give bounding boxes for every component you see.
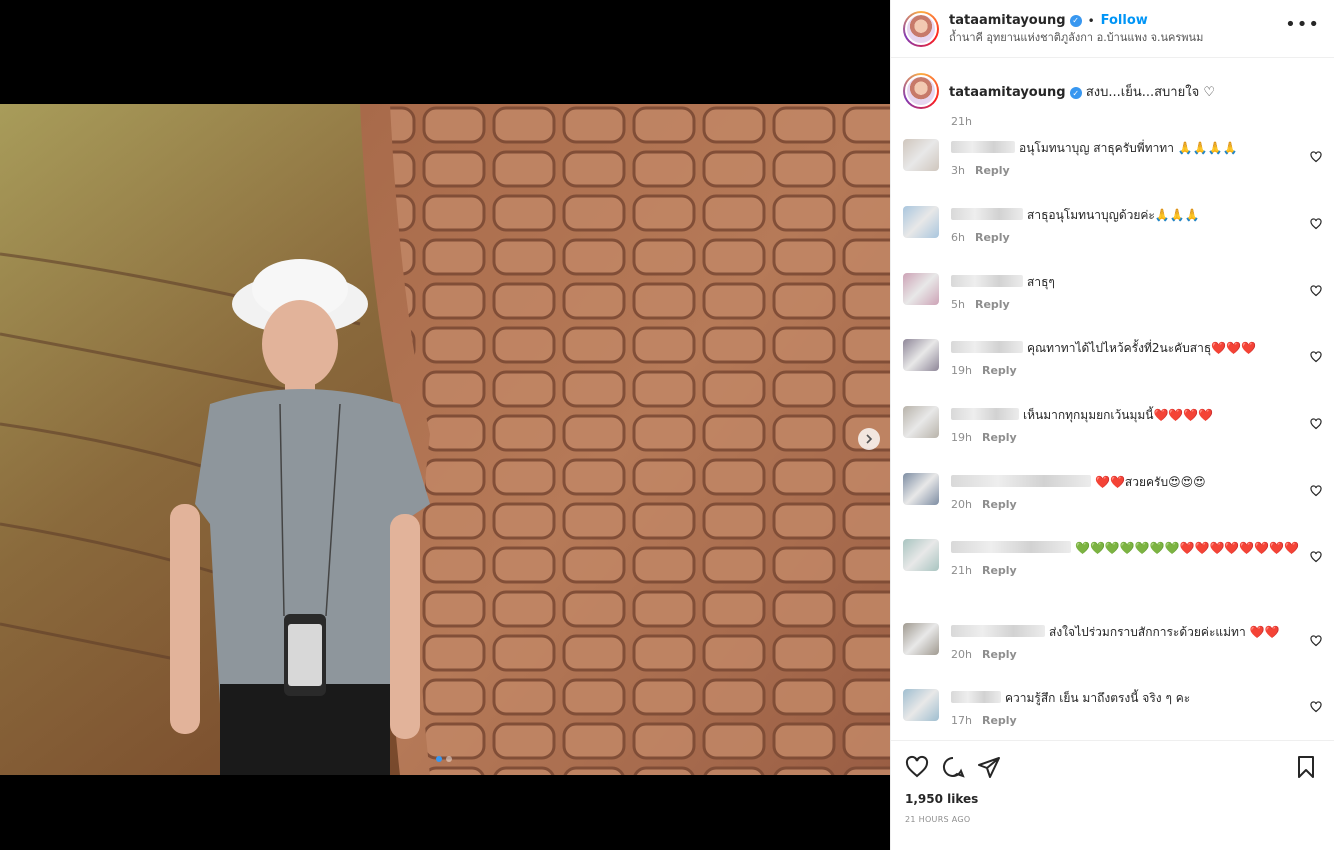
post-header: tataamitayoung ✓ • Follow ถ้ำนาคี อุทยาน… (891, 0, 1334, 58)
reply-button[interactable]: Reply (975, 164, 1010, 177)
blurred-username[interactable] (951, 408, 1019, 420)
blurred-username[interactable] (951, 208, 1023, 220)
blurred-username[interactable] (951, 691, 1001, 703)
comment-avatar[interactable] (903, 273, 939, 305)
comment-time: 20h (951, 498, 972, 511)
post-photo[interactable] (0, 104, 890, 775)
comment-avatar[interactable] (903, 473, 939, 505)
verified-badge-icon: ✓ (1069, 87, 1082, 99)
reply-button[interactable]: Reply (975, 298, 1010, 311)
comment-like-heart-icon[interactable] (1310, 418, 1322, 430)
comment-avatar[interactable] (903, 406, 939, 438)
comment-item: เห็นมากทุกมุมยกเว้นมุมนี้❤️❤️❤️❤️ 19h Repl… (903, 406, 1326, 447)
comment-avatar[interactable] (903, 539, 939, 571)
reply-button[interactable]: Reply (982, 498, 1017, 511)
verified-badge-icon: ✓ (1069, 14, 1082, 27)
comment-avatar[interactable] (903, 206, 939, 238)
slide-dot (446, 756, 452, 762)
action-bar: 1,950 likes 21 HOURS AGO (891, 740, 1334, 850)
comment-time: 3h (951, 164, 965, 177)
comment-time: 6h (951, 231, 965, 244)
comment-avatar[interactable] (903, 689, 939, 721)
reply-button[interactable]: Reply (982, 364, 1017, 377)
avatar[interactable] (903, 73, 939, 109)
reply-button[interactable]: Reply (982, 431, 1017, 444)
comments-list[interactable]: tataamitayoung ✓ สงบ...เย็น...สบายใจ ♡ 2… (891, 59, 1334, 739)
next-slide-button[interactable] (858, 428, 880, 450)
comment-like-heart-icon[interactable] (1310, 551, 1322, 563)
comment-avatar[interactable] (903, 139, 939, 171)
post-timestamp: 21 HOURS AGO (905, 815, 971, 824)
username-link[interactable]: tataamitayoung (949, 13, 1066, 29)
blurred-username[interactable] (951, 541, 1071, 553)
comment-time: 20h (951, 648, 972, 661)
comment-like-heart-icon[interactable] (1310, 351, 1322, 363)
comment-like-heart-icon[interactable] (1310, 635, 1322, 647)
comment-icon[interactable] (941, 755, 965, 779)
comment-item: ความรู้สึก เย็น มาถึงตรงนี้ จริง ๆ คะ 17h… (903, 689, 1326, 730)
comment-like-heart-icon[interactable] (1310, 218, 1322, 230)
caption-username[interactable]: tataamitayoung (949, 85, 1066, 100)
comment-item: ❤️❤️สวยครับ😍😍😍 20h Reply (903, 473, 1326, 514)
blurred-username[interactable] (951, 625, 1045, 637)
caption-time: 21h (951, 115, 972, 128)
reply-button[interactable]: Reply (982, 564, 1017, 577)
comment-text: สาธุๆ (1027, 275, 1055, 289)
blurred-username[interactable] (951, 475, 1091, 487)
comment-time: 21h (951, 564, 972, 577)
separator-dot: • (1087, 13, 1095, 28)
follow-button[interactable]: Follow (1101, 13, 1148, 29)
comment-avatar[interactable] (903, 623, 939, 655)
comment-time: 19h (951, 431, 972, 444)
comment-text: คุณทาทาได้ไปไหว้ครั้งที่2นะคับสาธุ❤️❤️❤️ (1027, 341, 1257, 355)
slide-indicator (436, 756, 452, 762)
comment-like-heart-icon[interactable] (1310, 151, 1322, 163)
avatar[interactable] (903, 10, 939, 47)
comment-time: 17h (951, 714, 972, 727)
slide-dot (436, 756, 442, 762)
caption: tataamitayoung ✓ สงบ...เย็น...สบายใจ ♡ 2… (903, 73, 1320, 128)
share-icon[interactable] (977, 755, 1001, 779)
chevron-right-icon (866, 434, 873, 444)
blurred-username[interactable] (951, 141, 1015, 153)
caption-text: สงบ...เย็น...สบายใจ ♡ (1085, 84, 1215, 100)
likes-count[interactable]: 1,950 likes (905, 792, 978, 806)
comment-like-heart-icon[interactable] (1310, 701, 1322, 713)
comment-text: ❤️❤️สวยครับ😍😍😍 (1095, 475, 1206, 489)
reply-button[interactable]: Reply (982, 648, 1017, 661)
comment-avatar[interactable] (903, 339, 939, 371)
more-options-icon[interactable]: ••• (1285, 14, 1320, 35)
photo-illustration (0, 104, 890, 775)
comment-text: ส่งใจไปร่วมกราบสักการะด้วยค่ะแม่ทา ❤️❤️ (1049, 625, 1280, 639)
heart-icon[interactable] (905, 755, 929, 779)
media-area (0, 0, 890, 850)
comment-like-heart-icon[interactable] (1310, 285, 1322, 297)
comment-text: อนุโมทนาบุญ สาธุครับพี่ทาทา 🙏🙏🙏🙏 (1019, 141, 1238, 155)
comment-text: สาธุอนุโมทนาบุญด้วยค่ะ🙏🙏🙏 (1027, 208, 1200, 222)
post-side-panel: tataamitayoung ✓ • Follow ถ้ำนาคี อุทยาน… (890, 0, 1334, 850)
comment-text: เห็นมากทุกมุมยกเว้นมุมนี้❤️❤️❤️❤️ (1023, 408, 1214, 422)
blurred-username[interactable] (951, 275, 1023, 287)
location-link[interactable]: ถ้ำนาคี อุทยานแห่งชาติภูลังกา อ.บ้านแพง … (949, 31, 1203, 44)
comment-like-heart-icon[interactable] (1310, 485, 1322, 497)
comment-item: สาธุอนุโมทนาบุญด้วยค่ะ🙏🙏🙏 6h Reply (903, 206, 1326, 247)
comment-time: 19h (951, 364, 972, 377)
comment-item: สาธุๆ 5h Reply (903, 273, 1326, 314)
reply-button[interactable]: Reply (982, 714, 1017, 727)
comment-time: 5h (951, 298, 965, 311)
comment-item: ส่งใจไปร่วมกราบสักการะด้วยค่ะแม่ทา ❤️❤️ 2… (903, 623, 1326, 664)
blurred-username[interactable] (951, 341, 1023, 353)
comment-item: 💚💚💚💚💚💚💚❤️❤️❤️❤️❤️❤️❤️❤️ 21h Reply (903, 539, 1326, 580)
instagram-post-viewer: tataamitayoung ✓ • Follow ถ้ำนาคี อุทยาน… (0, 0, 1334, 850)
comment-text: 💚💚💚💚💚💚💚❤️❤️❤️❤️❤️❤️❤️❤️ (1075, 541, 1300, 555)
bookmark-icon[interactable] (1294, 755, 1318, 779)
comment-item: อนุโมทนาบุญ สาธุครับพี่ทาทา 🙏🙏🙏🙏 3h Reply (903, 139, 1326, 180)
comment-item: คุณทาทาได้ไปไหว้ครั้งที่2นะคับสาธุ❤️❤️❤️… (903, 339, 1326, 380)
reply-button[interactable]: Reply (975, 231, 1010, 244)
comment-text: ความรู้สึก เย็น มาถึงตรงนี้ จริง ๆ คะ (1005, 691, 1191, 705)
